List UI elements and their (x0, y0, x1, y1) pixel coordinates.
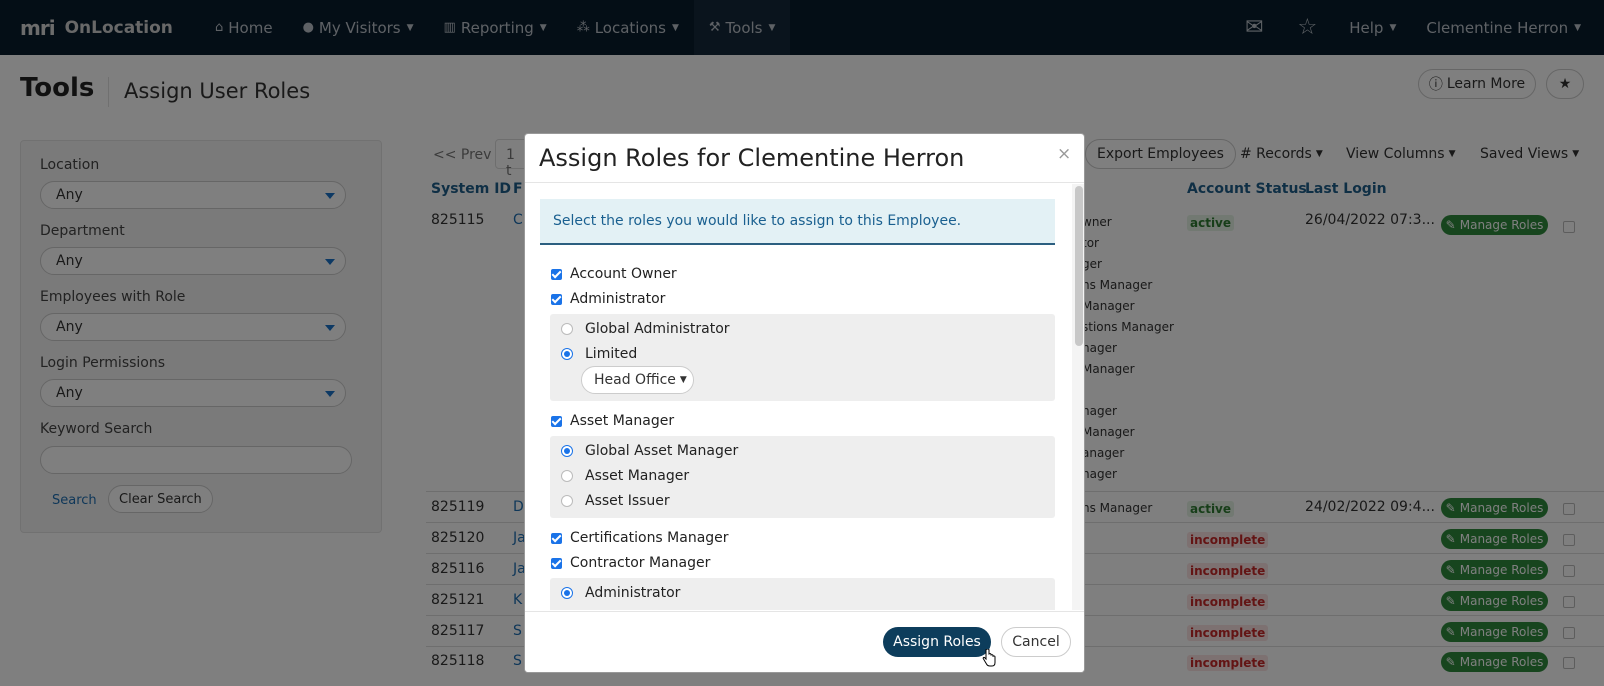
checkbox-checked[interactable] (551, 268, 562, 280)
option-limited-label: Limited (585, 346, 638, 362)
option-contractor-administrator[interactable]: Administrator (561, 585, 680, 601)
option-global-administrator-label: Global Administrator (585, 321, 730, 337)
info-message: Select the roles you would like to assig… (540, 199, 1055, 245)
head-office-dropdown[interactable]: Head Office ▼ (581, 366, 694, 394)
option-contractor-administrator-label: Administrator (585, 585, 681, 601)
option-asset-manager[interactable]: Asset Manager (561, 468, 689, 484)
role-account-owner[interactable]: Account Owner (551, 266, 677, 282)
close-icon[interactable]: × (1057, 144, 1071, 164)
radio-unselected[interactable] (561, 323, 573, 335)
modal-title: Assign Roles for Clementine Herron (539, 144, 965, 172)
option-global-asset-manager-label: Global Asset Manager (585, 443, 739, 459)
role-asset-manager[interactable]: Asset Manager (551, 413, 674, 429)
role-administrator-label: Administrator (570, 291, 666, 307)
radio-selected[interactable] (561, 348, 573, 360)
assign-roles-modal: Assign Roles for Clementine Herron × Sel… (524, 133, 1085, 673)
modal-header: Assign Roles for Clementine Herron × (525, 134, 1084, 183)
checkbox-checked[interactable] (551, 557, 562, 569)
chevron-down-icon: ▼ (679, 375, 687, 385)
modal-body: Select the roles you would like to assig… (525, 184, 1084, 610)
role-certifications-manager-label: Certifications Manager (570, 530, 729, 546)
assign-roles-button[interactable]: Assign Roles (883, 627, 991, 657)
option-asset-issuer-label: Asset Issuer (585, 493, 670, 509)
role-administrator[interactable]: Administrator (551, 291, 665, 307)
radio-selected[interactable] (561, 445, 573, 457)
administrator-options: Global Administrator Limited Head Office… (550, 314, 1055, 401)
radio-unselected[interactable] (561, 495, 573, 507)
option-global-administrator[interactable]: Global Administrator (561, 321, 730, 337)
hand-cursor-icon (982, 649, 996, 667)
option-global-asset-manager[interactable]: Global Asset Manager (561, 443, 738, 459)
role-account-owner-label: Account Owner (570, 266, 677, 282)
role-contractor-manager-label: Contractor Manager (570, 555, 711, 571)
role-contractor-manager[interactable]: Contractor Manager (551, 555, 710, 571)
checkbox-checked[interactable] (551, 293, 562, 305)
head-office-label: Head Office (594, 372, 676, 388)
radio-unselected[interactable] (561, 470, 573, 482)
option-limited[interactable]: Limited (561, 346, 637, 362)
option-asset-manager-label: Asset Manager (585, 468, 690, 484)
option-asset-issuer[interactable]: Asset Issuer (561, 493, 670, 509)
modal-footer: Assign Roles Cancel (525, 611, 1084, 672)
checkbox-checked[interactable] (551, 532, 562, 544)
radio-selected[interactable] (561, 587, 573, 599)
scrollbar-thumb[interactable] (1075, 186, 1083, 346)
role-certifications-manager[interactable]: Certifications Manager (551, 530, 729, 546)
cancel-button[interactable]: Cancel (1001, 627, 1071, 657)
checkbox-checked[interactable] (551, 415, 562, 427)
asset-manager-options: Global Asset Manager Asset Manager Asset… (550, 436, 1055, 518)
contractor-manager-options: Administrator (550, 578, 1055, 610)
modal-scrollbar[interactable] (1072, 184, 1084, 610)
role-asset-manager-label: Asset Manager (570, 413, 675, 429)
